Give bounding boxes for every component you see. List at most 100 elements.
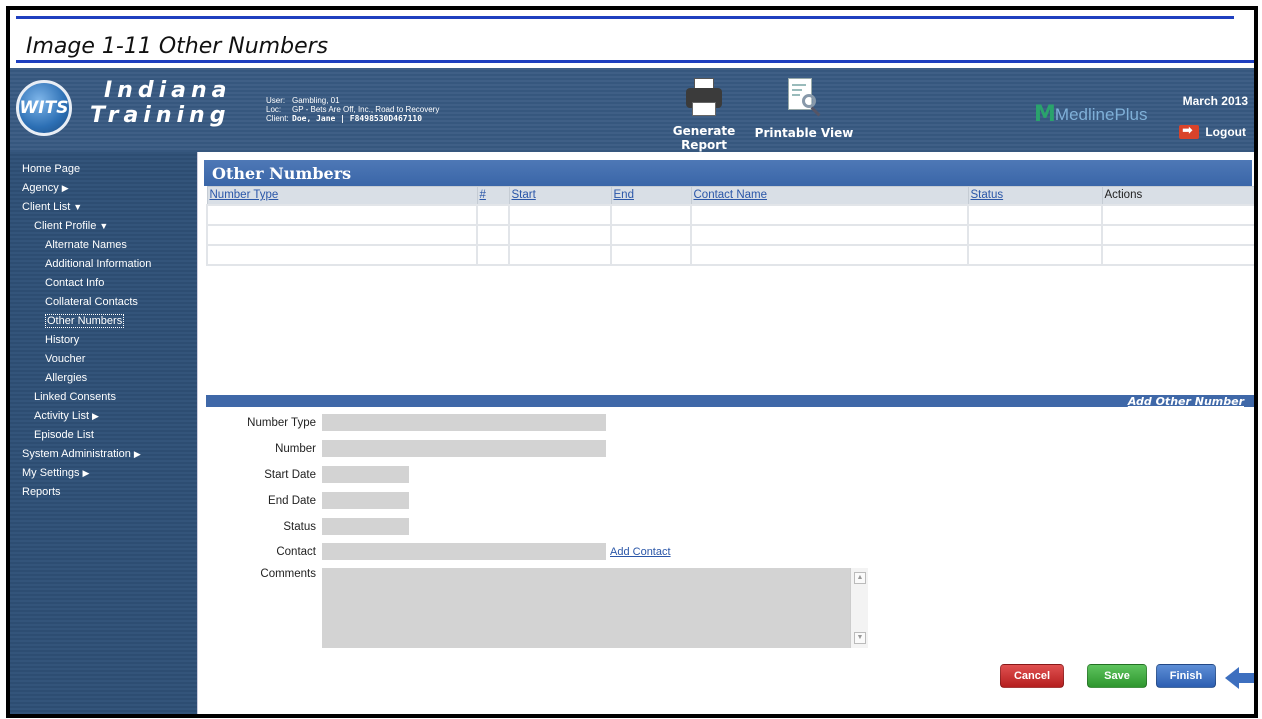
collapsed-arrow-icon: ▶ [92,411,99,421]
sort-start-link[interactable]: Start [512,189,536,201]
sidebar-item-history[interactable]: History [10,331,197,350]
number-input[interactable] [322,440,606,457]
comments-scrollbar[interactable]: ▲ ▼ [850,568,868,648]
brand-line-2: Training [90,103,231,128]
back-arrow-icon[interactable] [1225,667,1254,689]
sidebar-nav: Home Page Agency ▶ Client List ▼ Client Profi… [10,152,198,714]
sidebar-item-label: History [45,334,80,346]
medlineplus-label: MedlinePlus [1054,104,1148,124]
sidebar-item-other-numbers[interactable]: Other Numbers [10,312,197,331]
figure-caption: Image 1-11 Other Numbers [26,34,329,59]
page-title: Other Numbers [204,160,1252,186]
sidebar-item-client-list[interactable]: Client List ▼ [10,198,197,217]
contact-select[interactable] [322,543,606,560]
col-number-type[interactable]: Number Type [206,186,478,205]
sidebar-item-label: Agency [22,182,59,194]
scroll-down-icon[interactable]: ▼ [854,632,866,644]
number-type-select[interactable] [322,414,606,431]
wits-logo: WITS [16,80,72,136]
end-date-input[interactable] [322,492,409,509]
sort-contact-name-link[interactable]: Contact Name [694,189,768,201]
start-date-input[interactable] [322,466,409,483]
sort-number-type-link[interactable]: Number Type [210,189,279,201]
sidebar-item-allergies[interactable]: Allergies [10,369,197,388]
sort-number-link[interactable]: # [480,189,486,201]
sidebar-item-label: Contact Info [45,277,105,289]
add-other-number-link[interactable]: Add Other Number [1128,395,1244,408]
printable-view-button[interactable]: Printable View [754,78,854,140]
end-date-row: End Date [202,492,409,509]
logout-label: Logout [1205,125,1246,139]
sidebar-item-label: System Administration [22,448,131,460]
col-number[interactable]: # [476,186,510,205]
comments-label: Comments [260,568,316,580]
expanded-arrow-icon: ▼ [99,221,109,231]
sidebar-item-alternate-names[interactable]: Alternate Names [10,236,197,255]
sidebar-item-label: Other Numbers [45,314,125,328]
user-label: User: [266,96,286,105]
header-date: March 2013 [1182,94,1248,108]
generate-report-button[interactable]: Generate Report [654,78,754,152]
col-contact-name[interactable]: Contact Name [690,186,969,205]
table-header-row: Number Type # Start End Contact Name Sta… [206,186,1254,205]
cancel-button[interactable]: Cancel [1000,664,1064,688]
sidebar-item-additional-information[interactable]: Additional Information [10,255,197,274]
number-label: Number [275,442,316,455]
sidebar-item-voucher[interactable]: Voucher [10,350,197,369]
collapsed-arrow-icon: ▶ [82,468,90,478]
col-status[interactable]: Status [967,186,1103,205]
sidebar-item-label: Activity List [34,410,90,422]
start-date-row: Start Date [202,466,409,483]
logout-button[interactable]: Logout [1179,123,1246,139]
printable-view-label: Printable View [754,126,854,140]
sidebar-item-activity-list[interactable]: Activity List ▶ [10,407,197,426]
sidebar-item-contact-info[interactable]: Contact Info [10,274,197,293]
sidebar-item-label: Collateral Contacts [45,296,138,308]
sidebar-item-label: Home Page [22,163,81,175]
sidebar-item-agency[interactable]: Agency ▶ [10,179,197,198]
sidebar-item-system-administration[interactable]: System Administration ▶ [10,445,197,464]
number-type-label: Number Type [247,416,316,429]
number-type-row: Number Type [202,414,606,431]
save-button[interactable]: Save [1087,664,1147,688]
caption-bottom-rule [16,60,1254,63]
sort-status-link[interactable]: Status [971,189,1004,201]
other-numbers-table: Number Type # Start End Contact Name Sta… [206,186,1254,266]
col-start[interactable]: Start [508,186,612,205]
printer-icon [684,78,724,118]
sidebar-item-label: My Settings [22,467,80,479]
generate-report-label: Generate Report [672,124,736,152]
col-end[interactable]: End [610,186,692,205]
sidebar-item-label: Linked Consents [34,391,116,403]
expanded-arrow-icon: ▼ [73,202,83,212]
sidebar-item-my-settings[interactable]: My Settings ▶ [10,464,197,483]
sidebar-item-home-page[interactable]: Home Page [10,160,197,179]
screenshot-frame: Image 1-11 Other Numbers WITS Indiana Tr… [6,6,1258,718]
sidebar-item-linked-consents[interactable]: Linked Consents [10,388,197,407]
contact-row: Contact Add Contact [202,543,671,560]
client-label: Client: [266,114,289,123]
sidebar-item-collateral-contacts[interactable]: Collateral Contacts [10,293,197,312]
loc-value: GP - Bets Are Off, Inc., Road to Recover… [292,105,440,114]
sidebar-item-label: Client List [22,201,71,213]
sidebar-item-label: Voucher [45,353,86,365]
sidebar-item-client-profile[interactable]: Client Profile ▼ [10,217,197,236]
comments-textarea[interactable]: ▲ ▼ [322,568,868,648]
logout-icon [1179,123,1200,139]
end-date-label: End Date [268,494,316,507]
status-select[interactable] [322,518,409,535]
sort-end-link[interactable]: End [614,189,634,201]
scroll-up-icon[interactable]: ▲ [854,572,866,584]
number-row: Number [202,440,606,457]
form-header-bar [206,395,1254,407]
medlineplus-link[interactable]: M MedlinePlus [1034,102,1148,127]
collapsed-arrow-icon: ▶ [133,449,141,459]
finish-button[interactable]: Finish [1156,664,1216,688]
add-contact-link[interactable]: Add Contact [610,546,671,558]
sidebar-item-episode-list[interactable]: Episode List [10,426,197,445]
brand-title: Indiana Training [90,78,232,128]
sidebar-item-reports[interactable]: Reports [10,483,197,502]
user-value: Gambling, 01 [292,96,340,105]
collapsed-arrow-icon: ▶ [61,183,69,193]
status-row: Status [202,518,409,535]
